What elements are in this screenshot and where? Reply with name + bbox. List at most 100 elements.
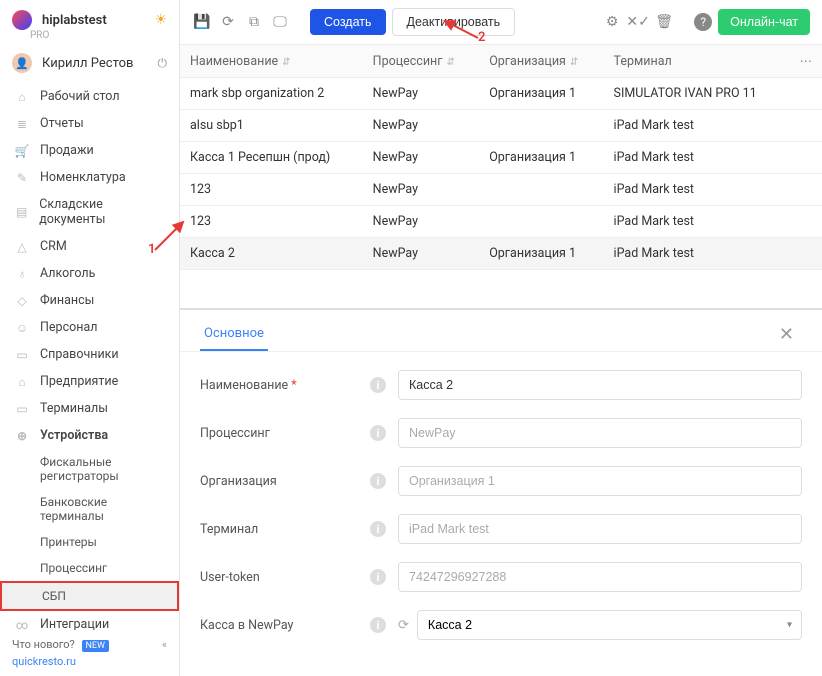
nav-label: Алкоголь bbox=[40, 266, 95, 281]
cell-term: iPad Mark test bbox=[604, 238, 790, 270]
input-processing bbox=[398, 418, 802, 448]
label-newpay: Касса в NewPay bbox=[200, 618, 370, 633]
sidebar-sub-item[interactable]: СБП bbox=[0, 581, 179, 611]
tools-icon[interactable]: ✕✓ bbox=[628, 12, 648, 32]
copy-icon[interactable]: ⧉ bbox=[244, 12, 264, 32]
nav-label: Фискальные регистраторы bbox=[40, 455, 167, 483]
info-icon[interactable]: i bbox=[370, 617, 386, 633]
cell-term: iPad Mark test bbox=[604, 142, 790, 174]
nav-icon: ♁ bbox=[12, 267, 32, 281]
trash-icon[interactable]: 🗑 bbox=[654, 12, 674, 32]
sliders-icon[interactable]: ⚙ bbox=[602, 12, 622, 32]
label-terminal: Терминал bbox=[200, 522, 370, 537]
nav-icon: ▭ bbox=[12, 348, 32, 362]
info-icon[interactable]: i bbox=[370, 569, 386, 585]
table-row[interactable]: 123NewPayiPad Mark test bbox=[180, 206, 822, 238]
col-terminal[interactable]: Терминал bbox=[604, 45, 790, 78]
sidebar-item[interactable]: ≣Отчеты bbox=[0, 110, 179, 137]
close-icon[interactable]: ✕ bbox=[771, 320, 802, 349]
table-row[interactable]: alsu sbp1NewPayiPad Mark test bbox=[180, 110, 822, 142]
chevron-down-icon[interactable]: ▾ bbox=[787, 620, 792, 631]
table-wrap: Наименование⇵ Процессинг⇵ Организация⇵ Т… bbox=[180, 45, 822, 308]
sidebar-sub-item[interactable]: Фискальные регистраторы bbox=[0, 449, 179, 489]
cell-name: mark sbp organization 2 bbox=[180, 78, 363, 110]
tab-main[interactable]: Основное bbox=[200, 318, 268, 351]
table-row[interactable]: Касса 1 Ресепшн (прод)NewPayОрганизация … bbox=[180, 142, 822, 174]
cell-proc: NewPay bbox=[363, 142, 480, 174]
cell-more bbox=[790, 78, 822, 110]
table-row[interactable]: 123NewPayiPad Mark test bbox=[180, 174, 822, 206]
nav-icon: ▭ bbox=[12, 402, 32, 416]
sidebar-item[interactable]: ☺Персонал bbox=[0, 314, 179, 341]
nav-label: Банковские терминалы bbox=[40, 495, 167, 523]
cell-proc: NewPay bbox=[363, 238, 480, 270]
nav-label: СБП bbox=[42, 589, 66, 603]
power-icon[interactable]: ⏻ bbox=[158, 56, 168, 71]
online-chat-button[interactable]: Онлайн-чат bbox=[718, 9, 810, 35]
deactivate-button[interactable]: Деактивировать bbox=[392, 8, 516, 36]
nav-icon: 🛒 bbox=[12, 144, 32, 158]
col-more-icon[interactable]: ⋯ bbox=[790, 45, 822, 78]
sidebar-sub-item[interactable]: Банковские терминалы bbox=[0, 489, 179, 529]
sidebar-item[interactable]: ♁ Алкоголь bbox=[0, 260, 179, 287]
sidebar-item[interactable]: △ CRM bbox=[0, 233, 179, 260]
sidebar-item[interactable]: ▭Справочники bbox=[0, 341, 179, 368]
footer-link[interactable]: quickresto.ru bbox=[12, 655, 167, 668]
sidebar-sub-item[interactable]: ∞Интеграции bbox=[0, 611, 179, 630]
nav-icon: △ bbox=[12, 240, 32, 254]
nav-label: Финансы bbox=[40, 293, 94, 308]
avatar: 👤 bbox=[12, 53, 32, 73]
sidebar-footer: Что нового? NEW « quickresto.ru bbox=[0, 630, 179, 676]
user-row[interactable]: 👤 Кирилл Рестов ⏻ bbox=[0, 47, 179, 83]
create-button[interactable]: Создать bbox=[310, 9, 386, 35]
info-icon[interactable]: i bbox=[370, 377, 386, 393]
refresh-icon[interactable]: ⟳ bbox=[218, 12, 238, 32]
sidebar: hiplabstest ☀ PRO 👤 Кирилл Рестов ⏻ ⌂Раб… bbox=[0, 0, 180, 676]
sidebar-item[interactable]: ▤Складские документы bbox=[0, 191, 179, 233]
info-icon[interactable]: i bbox=[370, 521, 386, 537]
nav-icon: ⊕ bbox=[12, 429, 32, 443]
sidebar-item[interactable]: ✎Номенклатура bbox=[0, 164, 179, 191]
cell-more bbox=[790, 238, 822, 270]
refresh-small-icon[interactable]: ⟳ bbox=[398, 618, 409, 633]
brand-name: hiplabstest bbox=[42, 13, 107, 28]
sidebar-item[interactable]: ⌂Рабочий стол bbox=[0, 83, 179, 110]
info-icon[interactable]: i bbox=[370, 425, 386, 441]
sun-icon[interactable]: ☀ bbox=[154, 12, 167, 28]
sidebar-sub-item[interactable]: Принтеры bbox=[0, 529, 179, 555]
col-processing[interactable]: Процессинг⇵ bbox=[363, 45, 480, 78]
sidebar-item[interactable]: 🛒Продажи bbox=[0, 137, 179, 164]
input-name[interactable] bbox=[398, 370, 802, 400]
sidebar-item[interactable]: ⊕Устройства bbox=[0, 422, 179, 449]
cell-org: Организация 1 bbox=[479, 78, 603, 110]
table-row[interactable]: Касса 2NewPayОрганизация 1iPad Mark test bbox=[180, 238, 822, 270]
collapse-icon[interactable]: « bbox=[162, 638, 167, 651]
col-name[interactable]: Наименование⇵ bbox=[180, 45, 363, 78]
nav-icon: ☺ bbox=[12, 321, 32, 335]
help-icon[interactable]: ? bbox=[694, 13, 712, 31]
data-table: Наименование⇵ Процессинг⇵ Организация⇵ Т… bbox=[180, 45, 822, 270]
cell-term: iPad Mark test bbox=[604, 174, 790, 206]
nav-label: CRM bbox=[40, 239, 67, 254]
whats-new-link[interactable]: Что нового? bbox=[12, 638, 75, 651]
detail-panel: Основное ✕ Наименование * i Процессинг i… bbox=[180, 308, 822, 676]
col-org[interactable]: Организация⇵ bbox=[479, 45, 603, 78]
table-row[interactable]: mark sbp organization 2NewPayОрганизация… bbox=[180, 78, 822, 110]
info-icon[interactable]: i bbox=[370, 473, 386, 489]
sidebar-item[interactable]: ⌂Предприятие bbox=[0, 368, 179, 395]
sidebar-item[interactable]: ◇Финансы bbox=[0, 287, 179, 314]
detail-tabs: Основное ✕ bbox=[180, 310, 822, 352]
monitor-icon[interactable]: 🖵 bbox=[270, 12, 290, 32]
sidebar-sub-item[interactable]: Процессинг bbox=[0, 555, 179, 581]
label-token: User-token bbox=[200, 570, 370, 585]
save-icon[interactable]: 💾 bbox=[192, 12, 212, 32]
brand-logo-icon bbox=[12, 10, 32, 30]
cell-more bbox=[790, 206, 822, 238]
nav-label: Терминалы bbox=[40, 401, 108, 416]
sidebar-item[interactable]: ▭ Терминалы bbox=[0, 395, 179, 422]
cell-term: SIMULATOR IVAN PRO 11 bbox=[604, 78, 790, 110]
label-name: Наименование * bbox=[200, 378, 370, 393]
detail-form: Наименование * i Процессинг i Организаци… bbox=[180, 352, 822, 676]
cell-name: alsu sbp1 bbox=[180, 110, 363, 142]
select-newpay[interactable] bbox=[417, 610, 802, 640]
